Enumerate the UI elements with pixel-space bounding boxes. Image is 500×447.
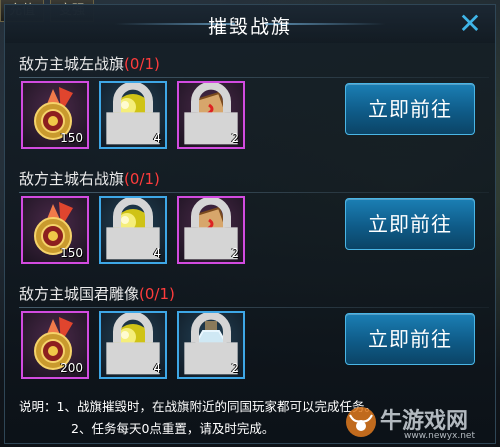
reward-slot[interactable]: 150 [21,81,89,149]
task-name: 敌方主城国君雕像 [19,285,140,303]
reward-slot[interactable]: 4 [99,196,167,264]
close-icon[interactable]: ✕ [455,9,485,39]
task-name: 敌方主城左战旗 [19,55,125,73]
reward-qty: 150 [60,131,83,145]
task-progress: (0/1) [139,285,175,303]
reward-slot[interactable]: 200 [21,311,89,379]
go-now-button[interactable]: 立即前往 [345,198,475,250]
reward-slot[interactable]: 4 [99,81,167,149]
reward-qty: 2 [231,246,239,260]
site-watermark: 牛游戏网 www.newyx.net [344,403,494,445]
task-name: 敌方主城右战旗 [19,170,125,188]
reward-slot[interactable]: 4 [99,311,167,379]
note-line-1: 说明：1、战旗摧毁时，在战旗附近的同国玩家都可以完成任务。 [19,399,377,414]
task-title: 敌方主城左战旗(0/1) [19,53,160,74]
section-divider [19,192,489,193]
reward-slot[interactable]: 2 [177,196,245,264]
section-divider [19,77,489,78]
reward-slot[interactable]: 150 [21,196,89,264]
section-divider [19,307,489,308]
note-line-2: 2、任务每天0点重置，请及时完成。 [71,421,275,436]
task-progress: (0/1) [124,55,160,73]
reward-qty: 200 [60,361,83,375]
bull-logo-icon [346,407,376,437]
reward-qty: 2 [231,131,239,145]
go-now-button[interactable]: 立即前往 [345,313,475,365]
reward-qty: 150 [60,246,83,260]
dialog-title-bar: 摧毁战旗 ✕ [5,5,495,43]
reward-qty: 4 [153,246,161,260]
task-section-statue: 敌方主城国君雕像(0/1) 200 4 2 立即前往 [15,283,491,401]
watermark-url: www.newyx.net [404,431,476,441]
reward-slot[interactable]: 2 [177,311,245,379]
task-title: 敌方主城国君雕像(0/1) [19,283,175,304]
destroy-flag-dialog: 摧毁战旗 ✕ 敌方主城左战旗(0/1) 150 4 2 立即前往 敌方主城右战旗… [4,4,496,444]
go-now-button[interactable]: 立即前往 [345,83,475,135]
task-progress: (0/1) [124,170,160,188]
reward-qty: 2 [231,361,239,375]
dialog-title: 摧毁战旗 [207,16,292,38]
reward-qty: 4 [153,361,161,375]
task-title: 敌方主城右战旗(0/1) [19,168,160,189]
task-section-left-flag: 敌方主城左战旗(0/1) 150 4 2 立即前往 [15,53,491,171]
task-section-right-flag: 敌方主城右战旗(0/1) 150 4 2 立即前往 [15,168,491,286]
reward-slot[interactable]: 2 [177,81,245,149]
reward-qty: 4 [153,131,161,145]
